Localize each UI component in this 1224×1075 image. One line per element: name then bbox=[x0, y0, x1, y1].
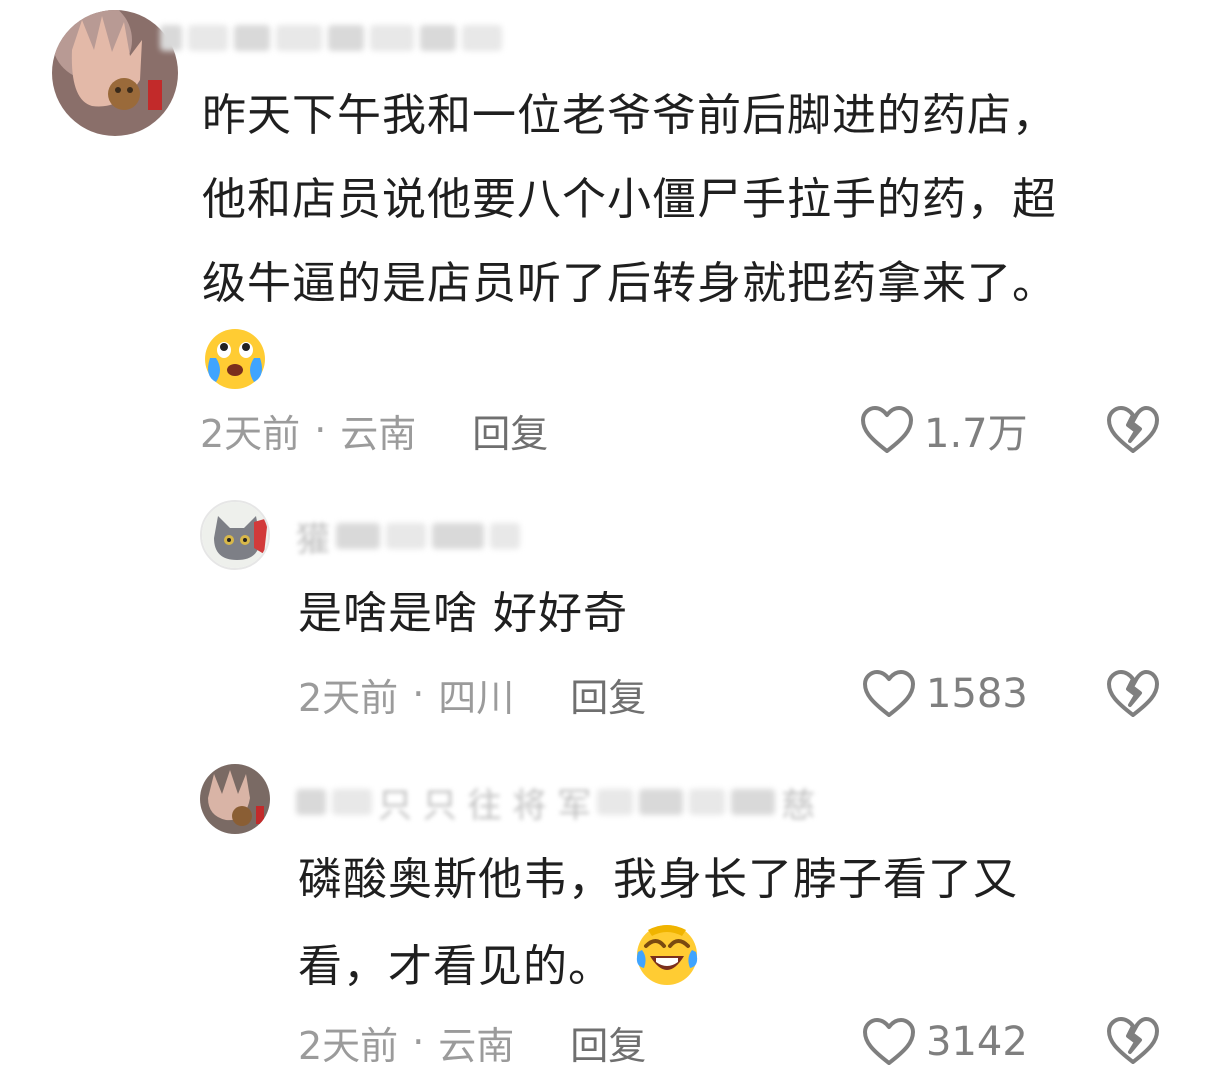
username-blurred[interactable] bbox=[160, 16, 502, 60]
dislike-button[interactable] bbox=[1106, 667, 1160, 721]
comment-text: 昨天下午我和一位老爷爷前后脚进的药店， 他和店员说他要八个小僵尸手拉手的药，超 … bbox=[202, 74, 1182, 420]
username-partial: 只 只 往 将 军 bbox=[378, 785, 592, 826]
username-partial-end: 慈 bbox=[781, 785, 816, 826]
heart-outline-icon bbox=[861, 406, 913, 453]
like-count: 1583 bbox=[926, 671, 1028, 717]
comment-meta: 2天前 · 四川 回复 bbox=[298, 664, 646, 724]
location: 云南 bbox=[340, 411, 417, 456]
username-blurred[interactable]: 獾 bbox=[296, 514, 520, 560]
comment-meta: 2天前 · 云南 回复 bbox=[200, 400, 548, 460]
separator-dot: · bbox=[412, 1020, 425, 1064]
separator-dot: · bbox=[412, 672, 425, 716]
like-button[interactable]: 1583 bbox=[862, 664, 1028, 724]
dislike-button[interactable] bbox=[1106, 403, 1160, 457]
heart-outline-icon bbox=[863, 1018, 915, 1065]
like-count: 1.7万 bbox=[924, 411, 1028, 457]
timestamp: 2天前 bbox=[298, 675, 399, 720]
separator-dot: · bbox=[314, 408, 327, 452]
heart-outline-icon bbox=[863, 670, 915, 717]
comment-meta: 2天前 · 云南 回复 bbox=[298, 1012, 646, 1072]
broken-heart-icon bbox=[1107, 1017, 1159, 1064]
comment-line: 磷酸奥斯他韦，我身长了脖子看了又 bbox=[298, 854, 1018, 905]
comment-text: 是啥是啥 好好奇 bbox=[298, 572, 1178, 656]
avatar[interactable] bbox=[200, 500, 270, 570]
username-partial: 獾 bbox=[296, 519, 330, 560]
comment-thread: 昨天下午我和一位老爷爷前后脚进的药店， 他和店员说他要八个小僵尸手拉手的药，超 … bbox=[0, 0, 1224, 1075]
broken-heart-icon bbox=[1107, 670, 1159, 717]
comment-line: 是啥是啥 好好奇 bbox=[298, 588, 628, 639]
like-button[interactable]: 3142 bbox=[862, 1012, 1028, 1072]
reply-button[interactable]: 回复 bbox=[570, 1015, 646, 1070]
comment-line-text: 看，才看见的。 bbox=[298, 941, 613, 992]
comment-line: 级牛逼的是店员听了后转身就把药拿来了。 bbox=[202, 258, 1057, 309]
comment-line: 他和店员说他要八个小僵尸手拉手的药，超 bbox=[202, 174, 1057, 225]
like-count: 3142 bbox=[926, 1019, 1028, 1065]
timestamp: 2天前 bbox=[200, 411, 301, 456]
broken-heart-icon bbox=[1107, 406, 1159, 453]
location: 云南 bbox=[438, 1023, 515, 1068]
comment-line: 昨天下午我和一位老爷爷前后脚进的药店， bbox=[202, 90, 1057, 141]
comment-text: 磷酸奥斯他韦，我身长了脖子看了又 看，才看见的。 bbox=[298, 838, 1178, 1016]
like-button[interactable]: 1.7万 bbox=[860, 400, 1028, 460]
username-blurred[interactable]: 只 只 往 将 军 慈 bbox=[296, 780, 816, 826]
location: 四川 bbox=[438, 675, 515, 720]
dislike-button[interactable] bbox=[1106, 1014, 1160, 1068]
comment-line: 看，才看见的。 bbox=[298, 922, 1178, 1016]
avatar[interactable] bbox=[200, 764, 270, 834]
laughing-tears-emoji bbox=[634, 922, 700, 1016]
reply-button[interactable]: 回复 bbox=[472, 403, 548, 458]
timestamp: 2天前 bbox=[298, 1023, 399, 1068]
reply-button[interactable]: 回复 bbox=[570, 667, 646, 722]
